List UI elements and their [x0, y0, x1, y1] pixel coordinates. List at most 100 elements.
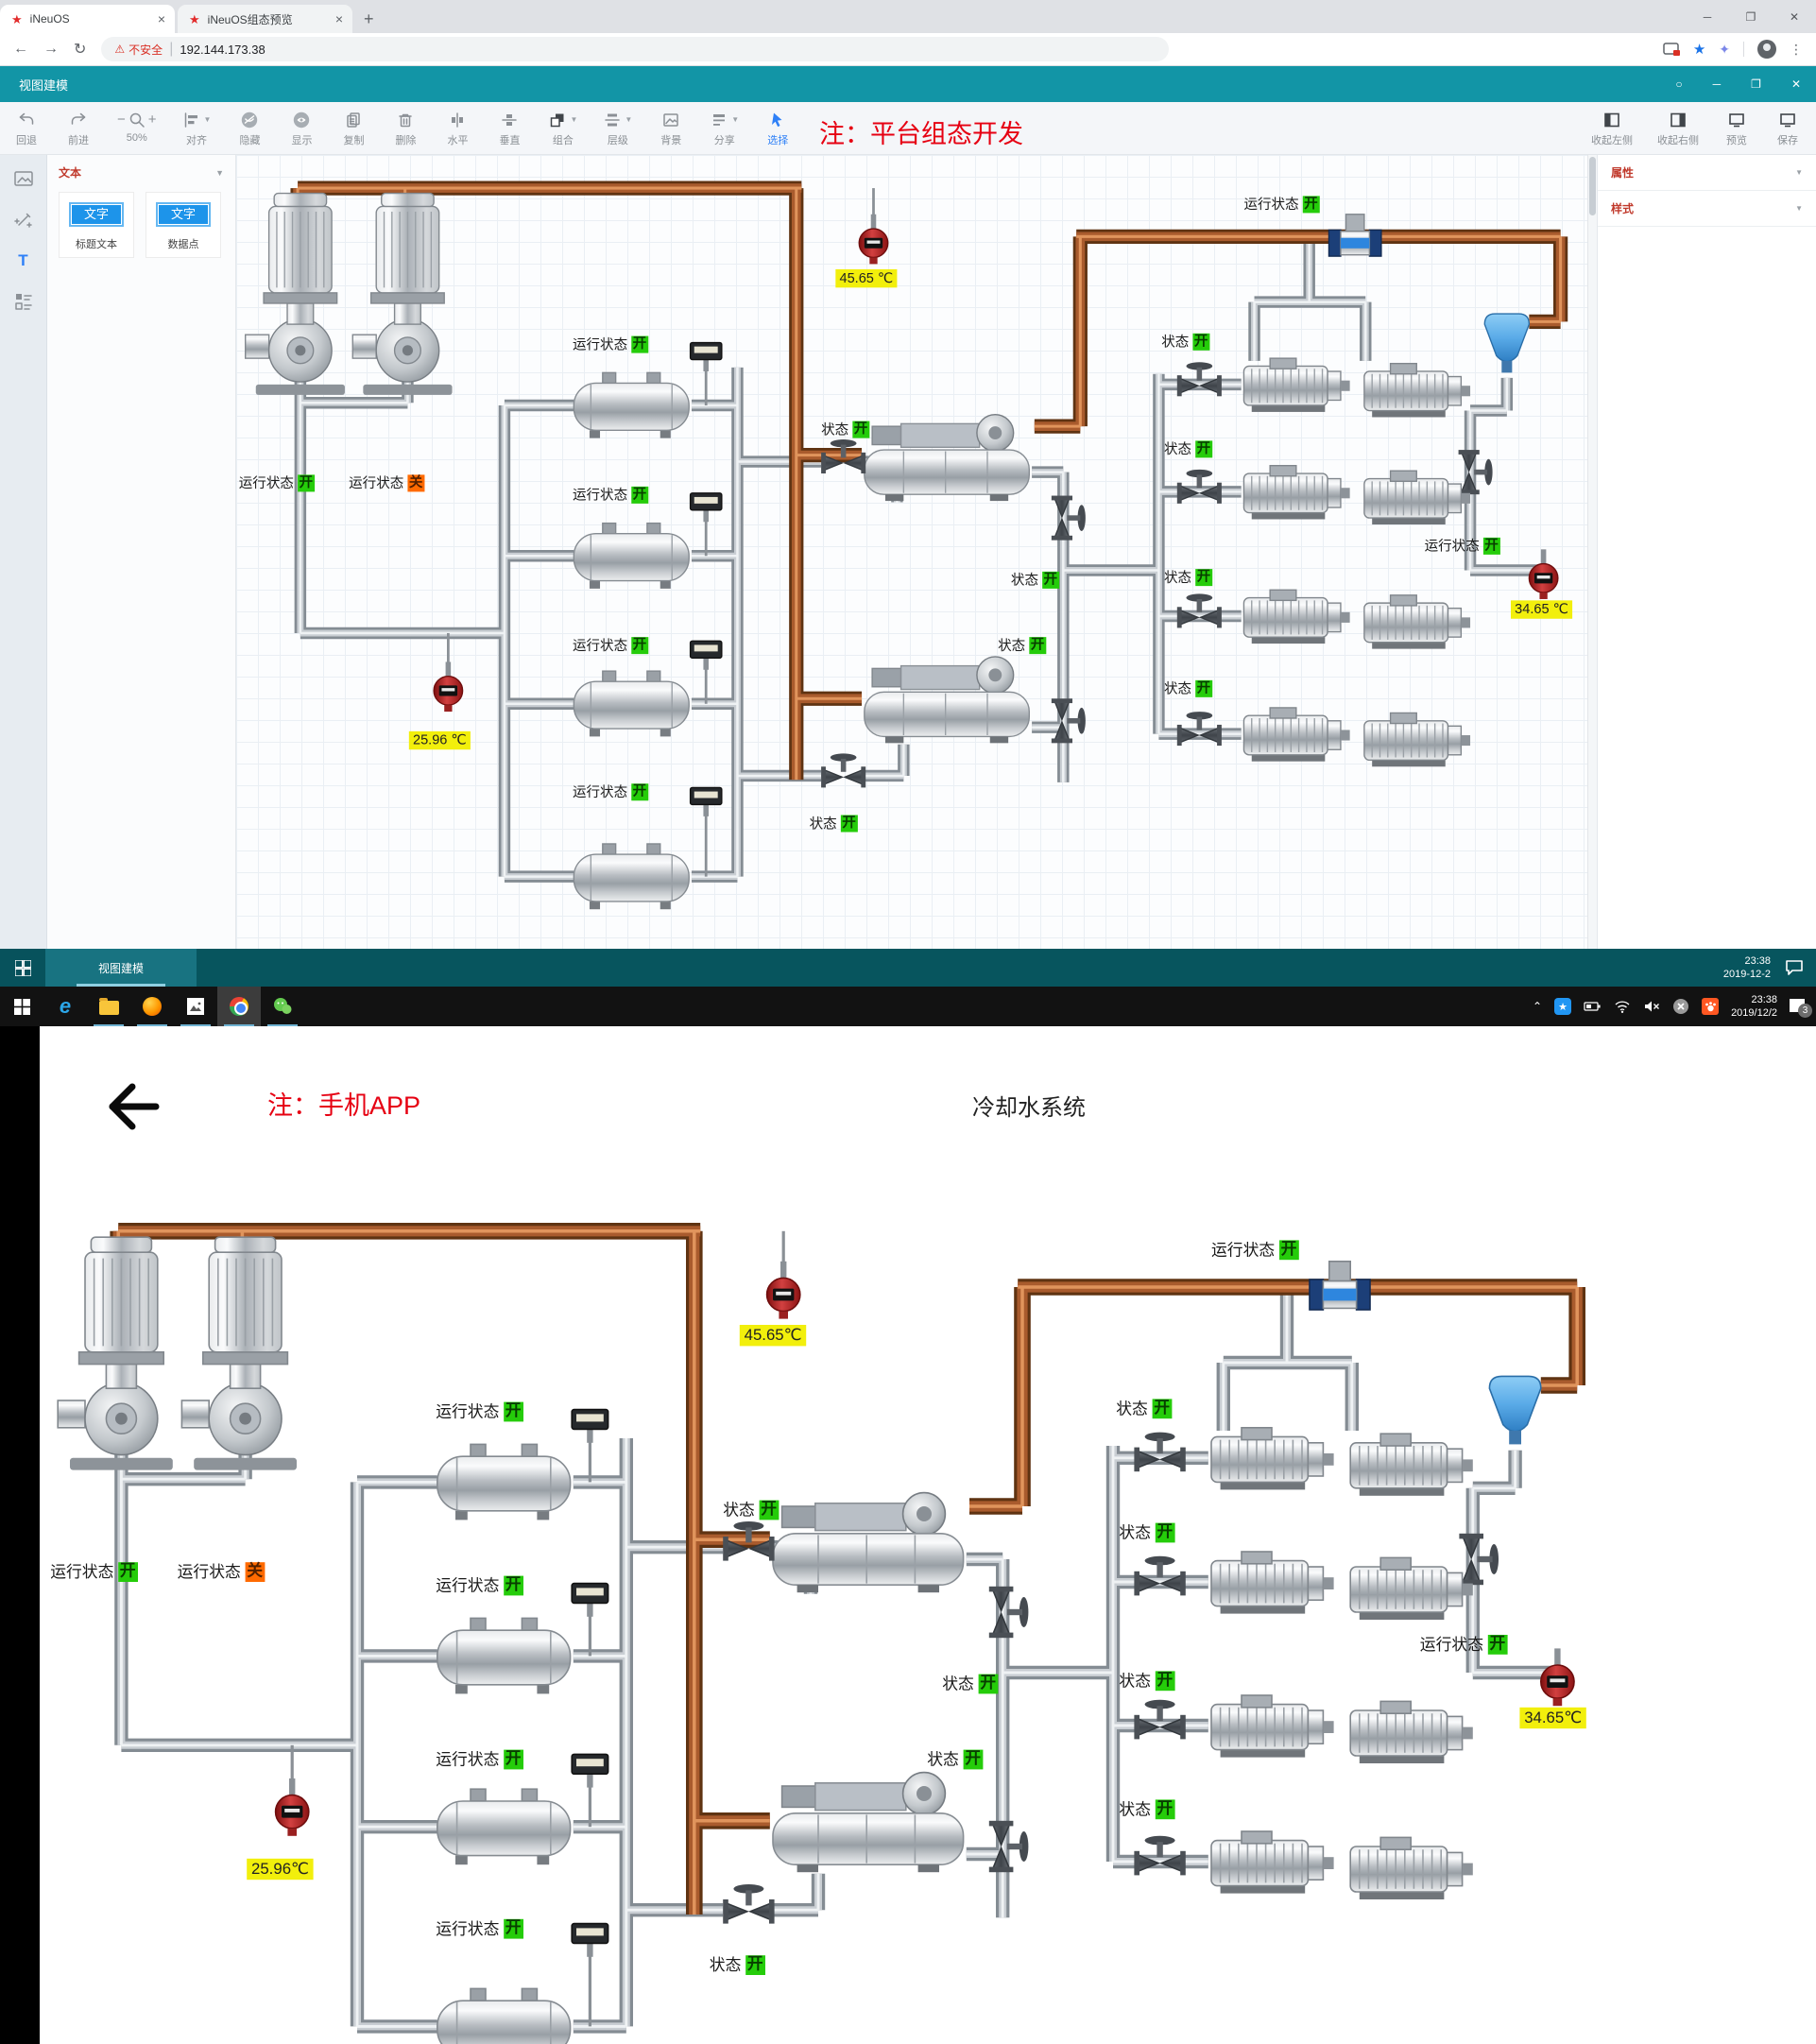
- components-tool-icon[interactable]: [13, 291, 34, 312]
- motor-icon[interactable]: [1243, 708, 1349, 762]
- motor-icon[interactable]: [1243, 590, 1349, 644]
- reload-button[interactable]: ↻: [74, 40, 86, 59]
- temperature-sensor-icon[interactable]: [434, 661, 462, 712]
- chrome-launcher[interactable]: [217, 987, 261, 1026]
- tray-expand-icon[interactable]: ⌃: [1533, 1000, 1542, 1013]
- taskbar-app-button[interactable]: 视图建模: [45, 949, 197, 987]
- toolbar-button-select[interactable]: 选择: [764, 110, 791, 147]
- motor-icon[interactable]: [1364, 471, 1470, 524]
- toolbar-button-delete[interactable]: 删除: [392, 110, 419, 147]
- motor-icon[interactable]: [1243, 466, 1349, 520]
- component-data-point[interactable]: 文字 数据点: [146, 192, 221, 258]
- flowmeter-icon[interactable]: [1328, 215, 1380, 256]
- toolbar-button-background[interactable]: 背景: [658, 110, 684, 147]
- chiller-icon[interactable]: [773, 1493, 964, 1593]
- toolbar-button-undo[interactable]: 回退: [13, 110, 40, 147]
- close-button[interactable]: ✕: [1773, 10, 1816, 24]
- motor-icon[interactable]: [1350, 1434, 1473, 1496]
- motor-icon[interactable]: [1243, 358, 1349, 412]
- bookmark-star-icon[interactable]: ★: [1693, 41, 1705, 58]
- pump-icon[interactable]: [58, 1237, 173, 1469]
- flow-transmitter-icon[interactable]: [691, 493, 722, 522]
- restore-button[interactable]: ❐: [1751, 77, 1761, 91]
- flow-transmitter-icon[interactable]: [691, 641, 722, 669]
- tank-icon[interactable]: [574, 524, 689, 589]
- hopper-icon[interactable]: [1484, 314, 1529, 372]
- clock[interactable]: 23:382019-12-2: [1723, 954, 1771, 982]
- explorer-launcher[interactable]: [87, 987, 130, 1026]
- text-tool-icon[interactable]: T: [18, 251, 27, 270]
- motor-icon[interactable]: [1350, 1837, 1473, 1899]
- volume-muted-icon[interactable]: [1643, 999, 1660, 1014]
- toolbar-button-vertical[interactable]: 垂直: [496, 110, 523, 147]
- toolbar-button-save[interactable]: 保存: [1774, 110, 1801, 147]
- url-field[interactable]: ⚠不安全 | 192.144.173.38: [101, 37, 1169, 61]
- flowmeter-icon[interactable]: [1310, 1262, 1370, 1310]
- flow-transmitter-icon[interactable]: [572, 1754, 608, 1787]
- toolbar-button-collapseright[interactable]: 收起右侧: [1657, 110, 1699, 147]
- firefox-launcher[interactable]: [130, 987, 174, 1026]
- wand-tool-icon[interactable]: [13, 210, 34, 231]
- tank-icon[interactable]: [437, 1988, 571, 2044]
- scrollbar-thumb[interactable]: [1589, 157, 1596, 215]
- tab-ineuos-preview[interactable]: ★ iNeuOS组态预览 ×: [178, 5, 352, 33]
- component-title-text[interactable]: 文字 标题文本: [59, 192, 134, 258]
- start-button[interactable]: [0, 987, 43, 1026]
- tank-icon[interactable]: [437, 1444, 571, 1520]
- back-button[interactable]: ←: [13, 41, 28, 58]
- toolbar-button-group[interactable]: ▼组合: [548, 110, 577, 147]
- motor-icon[interactable]: [1211, 1831, 1334, 1894]
- motor-icon[interactable]: [1350, 1557, 1473, 1620]
- toolbar-button-eye[interactable]: 显示: [288, 110, 315, 147]
- temperature-sensor-icon[interactable]: [767, 1262, 800, 1319]
- netdisk-paw-icon[interactable]: [1702, 998, 1719, 1015]
- profile-avatar[interactable]: [1757, 40, 1776, 59]
- toolbar-button-zoom[interactable]: −+50%: [117, 110, 157, 144]
- hopper-icon[interactable]: [1489, 1376, 1540, 1444]
- panel-section-header[interactable]: 文本▼: [59, 164, 224, 180]
- flow-transmitter-icon[interactable]: [572, 1584, 608, 1617]
- flow-transmitter-icon[interactable]: [572, 1410, 608, 1443]
- security-warning[interactable]: ⚠不安全: [114, 42, 163, 58]
- temperature-sensor-icon[interactable]: [859, 215, 887, 265]
- motor-icon[interactable]: [1211, 1695, 1334, 1758]
- design-canvas[interactable]: 运行状态开运行状态关45.65 ℃运行状态开运行状态开运行状态开运行状态开状态开…: [236, 155, 1587, 949]
- temperature-sensor-icon[interactable]: [276, 1778, 309, 1836]
- picture-tool-icon[interactable]: [13, 168, 34, 189]
- photos-launcher[interactable]: [174, 987, 217, 1026]
- toolbar-button-eyeoff[interactable]: 隐藏: [236, 110, 263, 147]
- canvas-scrollbar[interactable]: [1587, 155, 1597, 949]
- flow-transmitter-icon[interactable]: [572, 1924, 608, 1957]
- toolbar-button-layers[interactable]: ▼层级: [603, 110, 632, 147]
- temperature-sensor-icon[interactable]: [1541, 1648, 1574, 1706]
- edge-launcher[interactable]: e: [43, 987, 87, 1026]
- toolbar-button-preview[interactable]: 预览: [1723, 110, 1750, 147]
- forward-button[interactable]: →: [43, 41, 59, 58]
- motor-icon[interactable]: [1364, 713, 1470, 766]
- panel-section-properties[interactable]: 属性▼: [1598, 155, 1816, 191]
- motor-icon[interactable]: [1211, 1428, 1334, 1490]
- flow-transmitter-icon[interactable]: [691, 787, 722, 816]
- motor-icon[interactable]: [1211, 1552, 1334, 1614]
- back-arrow-icon[interactable]: [104, 1079, 164, 1134]
- restore-button[interactable]: ❐: [1729, 10, 1773, 24]
- motor-icon[interactable]: [1350, 1701, 1473, 1763]
- notification-center-icon[interactable]: 3: [1790, 999, 1807, 1014]
- circle-button[interactable]: ○: [1675, 77, 1682, 91]
- toolbar-button-align[interactable]: ▼对齐: [182, 110, 212, 147]
- new-tab-button[interactable]: +: [364, 9, 374, 33]
- tab-close-icon[interactable]: ×: [158, 11, 165, 26]
- valve-icon[interactable]: [723, 1884, 774, 1924]
- chiller-icon[interactable]: [773, 1773, 964, 1873]
- minimize-button[interactable]: ─: [1713, 77, 1722, 91]
- wifi-icon[interactable]: [1614, 999, 1631, 1014]
- chat-bubble-icon[interactable]: [1784, 958, 1805, 977]
- flow-transmitter-icon[interactable]: [691, 343, 722, 371]
- close-button[interactable]: ✕: [1791, 77, 1801, 91]
- tank-icon[interactable]: [574, 671, 689, 736]
- chiller-icon[interactable]: [865, 657, 1030, 743]
- tab-ineuos[interactable]: ★ iNeuOS ×: [0, 5, 175, 33]
- wechat-launcher[interactable]: [261, 987, 304, 1026]
- motor-icon[interactable]: [1364, 595, 1470, 649]
- save-card-icon[interactable]: [1663, 42, 1680, 57]
